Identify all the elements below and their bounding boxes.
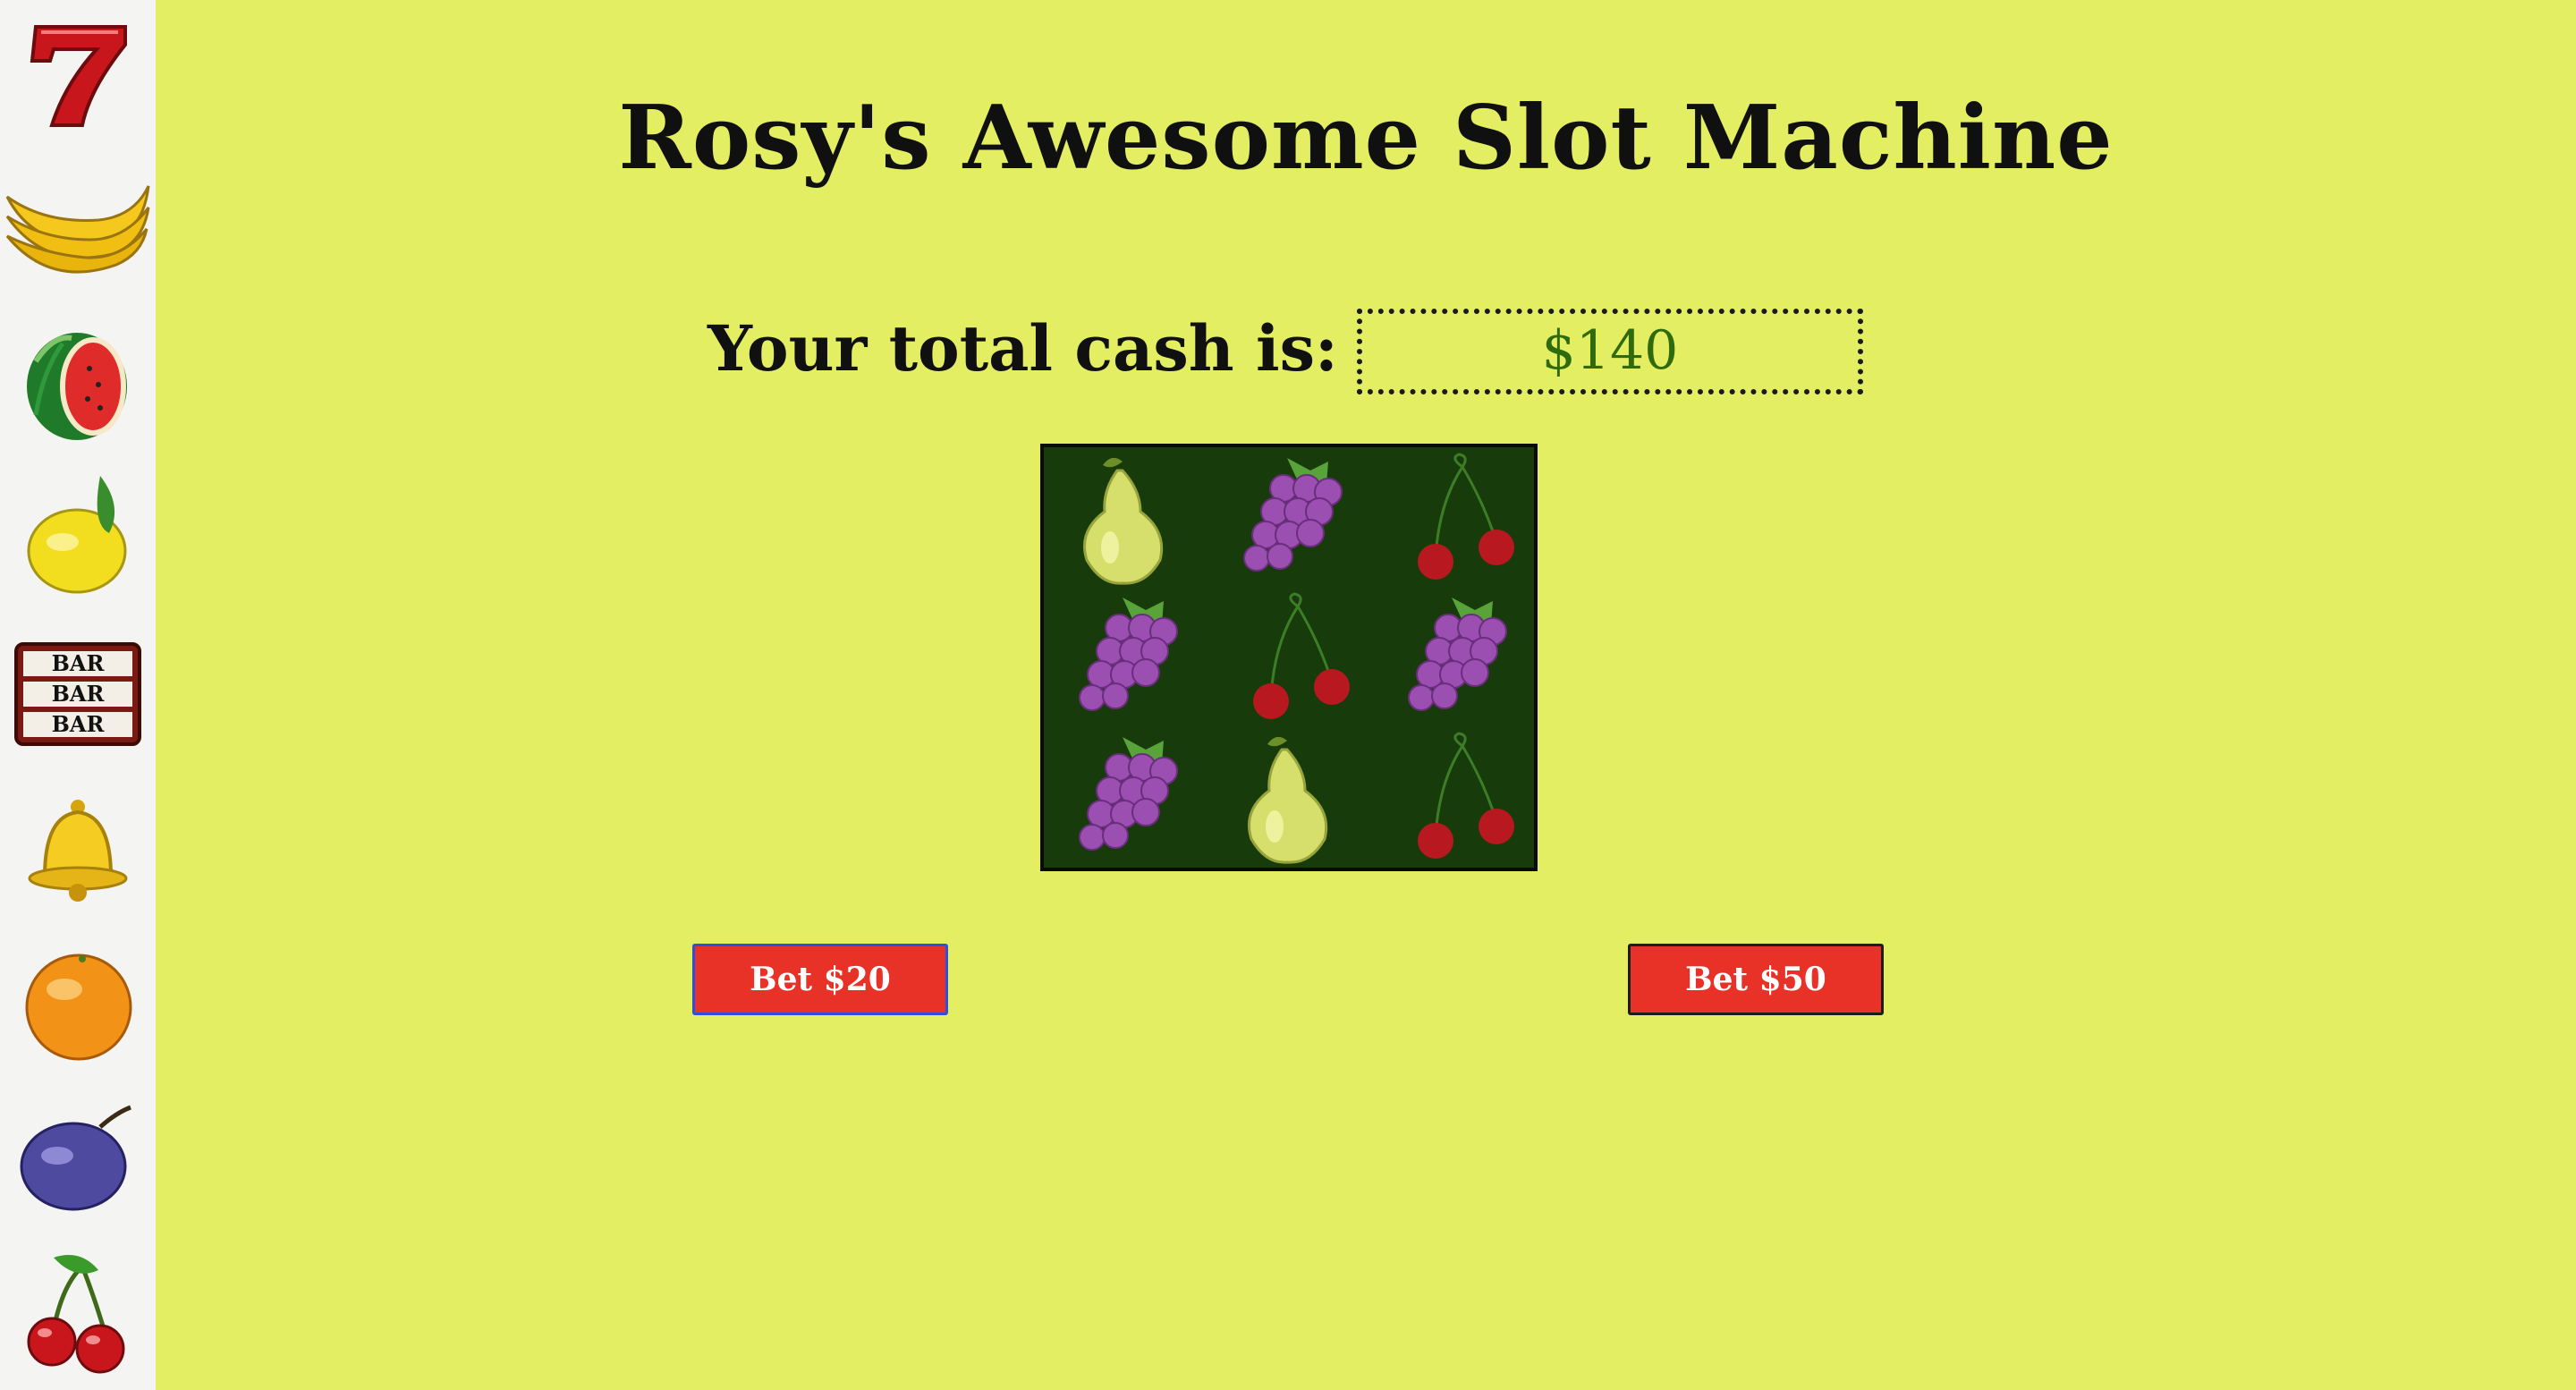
banana-icon [0,154,156,308]
seven-icon [0,0,156,154]
pear-icon [1212,728,1373,868]
bar-text-1: BAR [52,650,106,676]
watermelon-icon [0,308,156,462]
cash-display: $140 [1357,309,1863,394]
bet-50-button[interactable]: Bet $50 [1628,944,1884,1015]
slot-reels [1040,444,1538,871]
cherry-icon [1212,589,1373,728]
bar-text-2: BAR [52,681,106,707]
pear-icon [1047,449,1208,589]
grapes-icon [1047,728,1208,868]
symbol-sidebar: BAR BAR BAR [0,0,156,1390]
grapes-icon [1377,589,1534,728]
bar-icon: BAR BAR BAR [0,615,156,769]
cherry-icon [0,1231,156,1385]
grapes-icon [1047,589,1208,728]
main-area: Rosy's Awesome Slot Machine Your total c… [156,0,2576,1390]
bet-20-button[interactable]: Bet $20 [692,944,948,1015]
orange-icon [0,923,156,1077]
bell-icon [0,769,156,923]
lemon-icon [0,462,156,615]
grapes-icon [1212,449,1373,589]
bar-text-3: BAR [52,711,106,737]
cherry-icon [1377,449,1534,589]
page-title: Rosy's Awesome Slot Machine [618,87,2114,190]
plum-icon [0,1077,156,1231]
cherry-icon [1377,728,1534,868]
